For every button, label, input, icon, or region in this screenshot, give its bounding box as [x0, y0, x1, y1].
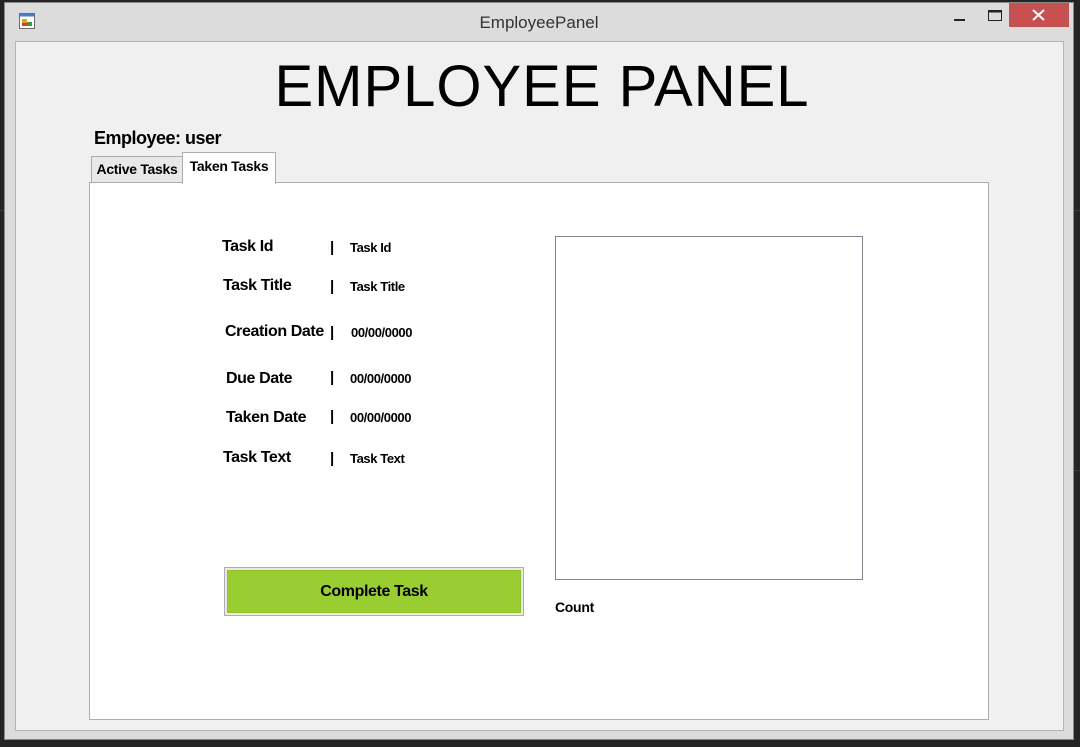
due-date-separator: | — [330, 369, 334, 386]
close-icon — [1032, 9, 1045, 21]
count-label: Count — [555, 599, 594, 615]
due-date-label: Due Date — [226, 370, 293, 387]
title-bar[interactable]: EmployeePanel — [5, 3, 1073, 41]
task-id-separator: | — [330, 239, 334, 256]
tasks-listbox[interactable] — [555, 236, 863, 580]
tab-active-tasks[interactable]: Active Tasks — [91, 156, 183, 182]
task-text-separator: | — [330, 450, 334, 467]
maximize-button[interactable] — [977, 3, 1011, 29]
due-date-value: 00/00/0000 — [350, 371, 412, 386]
complete-task-label: Complete Task — [227, 570, 521, 613]
task-title-label: Task Title — [223, 277, 292, 294]
maximize-icon — [988, 10, 1002, 21]
window-title: EmployeePanel — [479, 13, 599, 32]
task-text-value: Task Text — [350, 451, 405, 466]
creation-date-label: Creation Date — [225, 323, 324, 340]
creation-date-value: 00/00/0000 — [351, 325, 413, 340]
close-button[interactable] — [1009, 3, 1069, 27]
creation-date-separator: | — [330, 324, 334, 341]
employee-label: Employee: user — [94, 128, 222, 148]
employee-panel-window: EmployeePanel EMPLOYEE PANEL Employee: u… — [4, 2, 1074, 740]
client-area: EMPLOYEE PANEL Employee: user Active Tas… — [15, 41, 1064, 731]
minimize-button[interactable] — [943, 3, 977, 29]
taken-tasks-page: Task Id | Task Id Task Title | Task Titl… — [89, 182, 989, 720]
task-title-value: Task Title — [350, 279, 405, 294]
task-id-label: Task Id — [222, 238, 274, 255]
taken-date-value: 00/00/0000 — [350, 410, 412, 425]
complete-task-button[interactable]: Complete Task — [224, 567, 524, 616]
page-title: EMPLOYEE PANEL — [274, 54, 810, 119]
taken-date-label: Taken Date — [226, 409, 307, 426]
task-title-separator: | — [330, 278, 334, 295]
minimize-icon — [954, 19, 965, 21]
taken-date-separator: | — [330, 408, 334, 425]
task-id-value: Task Id — [350, 240, 392, 255]
tab-taken-tasks[interactable]: Taken Tasks — [182, 152, 276, 184]
task-text-label: Task Text — [223, 449, 291, 466]
